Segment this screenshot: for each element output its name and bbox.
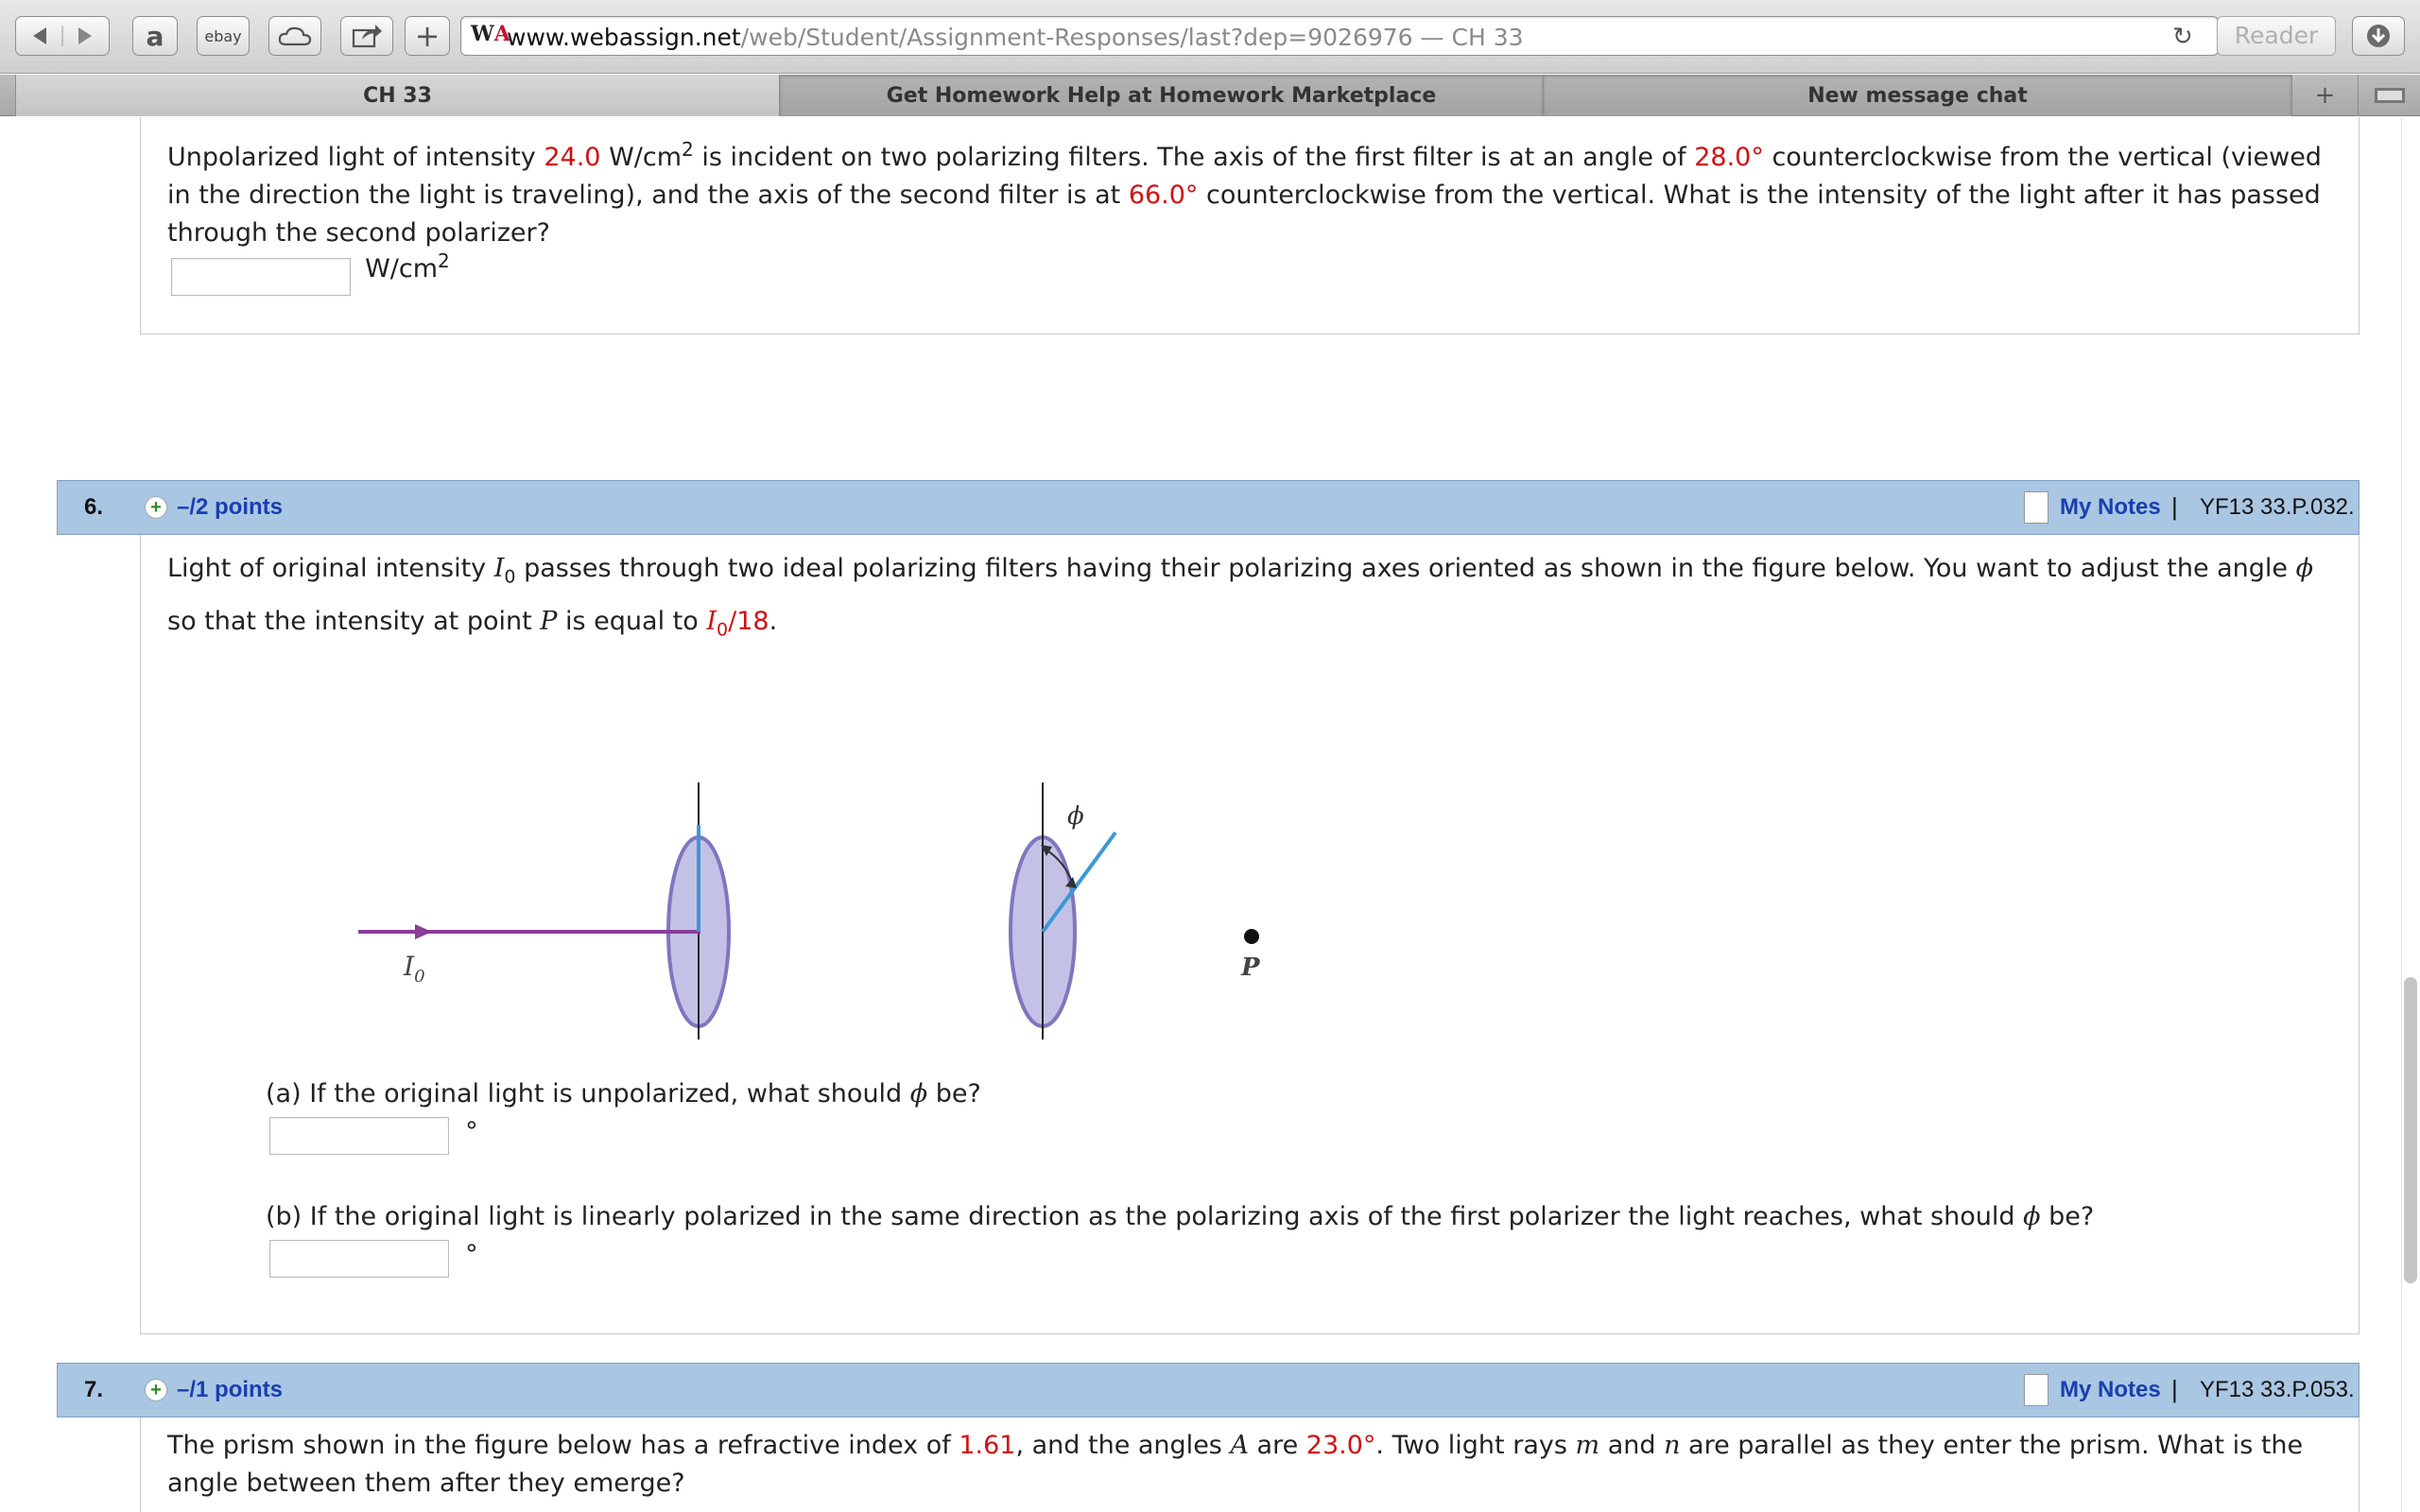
- question-6a-answer-row: °: [269, 1117, 478, 1155]
- browser-toolbar: a ebay + WA www.webassign.net/web/Studen…: [0, 0, 2420, 74]
- expand-plus-icon[interactable]: +: [145, 1379, 167, 1401]
- new-tab-plus-icon[interactable]: +: [2291, 75, 2358, 116]
- page-content: Unpolarized light of intensity 24.0 W/cm…: [0, 117, 2401, 1512]
- question-6b-degree-unit: °: [465, 1240, 478, 1269]
- tab-ch33[interactable]: CH 33: [15, 75, 779, 116]
- add-bookmark-icon[interactable]: +: [405, 16, 450, 56]
- question-5-answer-input[interactable]: [171, 258, 351, 296]
- question-7-points: –/1 points: [177, 1377, 284, 1402]
- source-intensity-label: I0: [403, 951, 425, 987]
- question-7-number: 7.: [84, 1377, 104, 1402]
- back-forward-buttons[interactable]: [15, 16, 110, 56]
- question-6a-degree-unit: °: [465, 1117, 478, 1146]
- question-6-number: 6.: [84, 494, 104, 520]
- beam-arrow-icon: [415, 924, 432, 939]
- ebay-bookmark[interactable]: ebay: [197, 16, 250, 56]
- phi-label: ϕ: [1067, 802, 1084, 831]
- icloud-icon[interactable]: [268, 16, 321, 56]
- ebay-label: ebay: [204, 26, 242, 45]
- question-6-points: –/2 points: [177, 494, 284, 520]
- reader-button[interactable]: Reader: [2217, 16, 2336, 56]
- notes-page-icon[interactable]: [2024, 1374, 2048, 1406]
- question-7-header: 7. + –/1 points My Notes | YF13 33.P.053…: [57, 1363, 2360, 1418]
- question-7-id: YF13 33.P.053.: [2200, 1377, 2355, 1402]
- amazon-bookmark-icon[interactable]: a: [132, 16, 178, 56]
- share-icon[interactable]: [340, 16, 393, 56]
- question-6b-answer-row: °: [269, 1240, 478, 1278]
- header-separator: |: [2171, 492, 2178, 521]
- downloads-icon[interactable]: [2352, 16, 2405, 56]
- question-6-body: Light of original intensity I0 passes th…: [140, 535, 2360, 1334]
- scrollbar-thumb[interactable]: [2404, 977, 2417, 1283]
- question-6-my-notes-link[interactable]: My Notes: [2060, 494, 2161, 521]
- point-p-label: P: [1240, 954, 1261, 982]
- question-6-text: Light of original intensity I0 passes th…: [167, 554, 2314, 641]
- question-6-header: 6. + –/2 points My Notes | YF13 33.P.032…: [57, 480, 2360, 535]
- vertical-scrollbar[interactable]: [2401, 117, 2420, 1512]
- tab-homework-marketplace[interactable]: Get Homework Help at Homework Marketplac…: [779, 75, 1543, 116]
- question-5-unit: W/cm2: [365, 249, 450, 284]
- notes-page-icon[interactable]: [2024, 491, 2048, 524]
- point-p: [1244, 929, 1259, 944]
- question-6-id: YF13 33.P.032.: [2200, 494, 2355, 520]
- question-7-my-notes-link[interactable]: My Notes: [2060, 1377, 2161, 1403]
- expand-plus-icon[interactable]: +: [145, 496, 167, 519]
- question-6b-answer-input[interactable]: [269, 1240, 449, 1278]
- question-7-text: The prism shown in the figure below has …: [167, 1431, 2304, 1498]
- question-7-body: The prism shown in the figure below has …: [140, 1418, 2360, 1512]
- tab-new-message-chat[interactable]: New message chat: [1543, 75, 2291, 116]
- question-6b-text: (b) If the original light is linearly po…: [266, 1202, 2095, 1231]
- polarizer-figure: I0 ϕ P: [358, 782, 1261, 1040]
- address-bar[interactable]: WA www.webassign.net/web/Student/Assignm…: [460, 16, 2219, 56]
- tab-bar: CH 33 Get Homework Help at Homework Mark…: [0, 75, 2420, 116]
- reload-icon[interactable]: ↻: [2172, 23, 2193, 51]
- question-6a-answer-input[interactable]: [269, 1117, 449, 1155]
- question-5-body: Unpolarized light of intensity 24.0 W/cm…: [140, 117, 2360, 335]
- tab-overview-icon[interactable]: [2358, 75, 2420, 116]
- header-separator: |: [2171, 1375, 2178, 1403]
- question-6a-text: (a) If the original light is unpolarized…: [266, 1079, 981, 1108]
- question-5-answer-row: W/cm2: [171, 249, 450, 296]
- url-text: www.webassign.net/web/Student/Assignment…: [507, 24, 1524, 51]
- webassign-favicon-icon: WA: [471, 22, 510, 46]
- question-5-text: Unpolarized light of intensity 24.0 W/cm…: [167, 138, 2322, 248]
